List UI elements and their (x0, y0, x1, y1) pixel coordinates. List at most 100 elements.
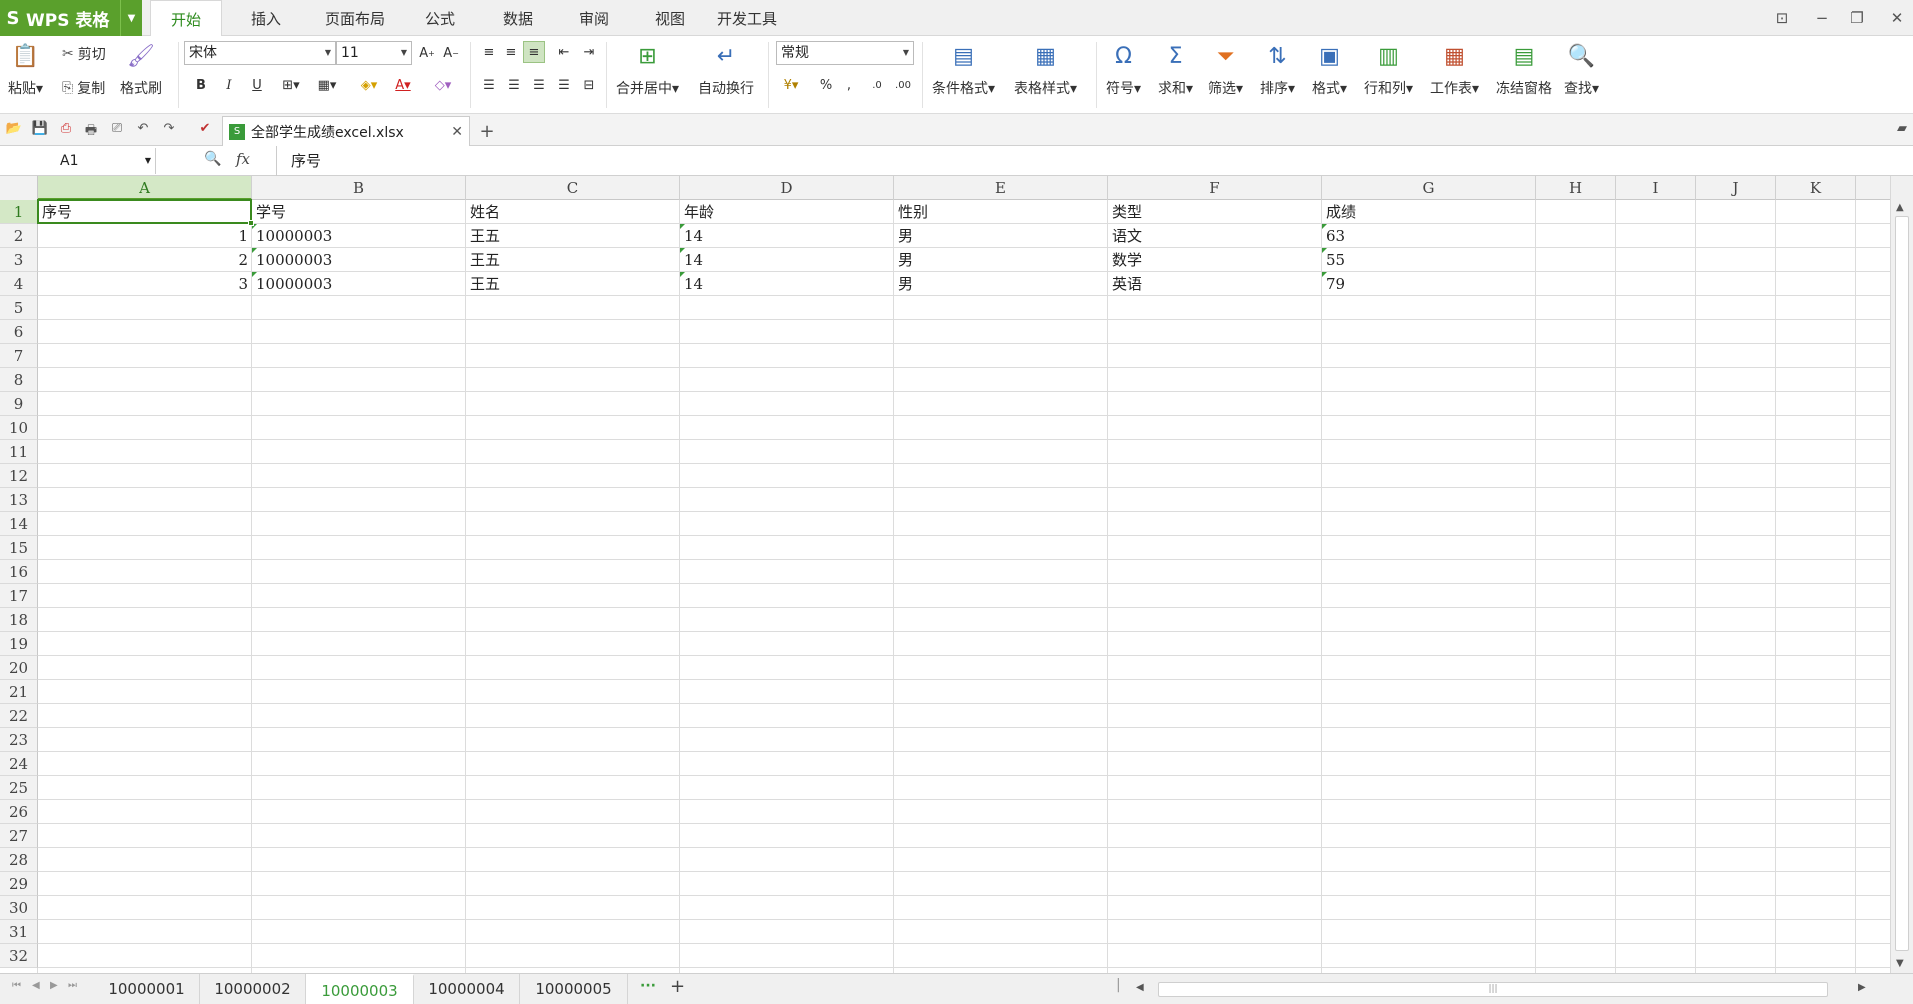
sum-button[interactable]: Σ 求和▾ (1158, 42, 1193, 98)
row-header[interactable]: 19 (0, 632, 38, 656)
column-header[interactable]: G (1322, 176, 1536, 200)
decrease-font-icon[interactable]: A − (440, 42, 462, 64)
ribbon-tab[interactable]: 数据 (490, 0, 546, 36)
save-icon[interactable]: 💾 (31, 121, 49, 139)
table-cell[interactable]: 王五 (466, 272, 680, 296)
find-button[interactable]: 🔍 查找▾ (1564, 42, 1599, 98)
cell-style-icon[interactable]: ▦▾ (316, 74, 338, 96)
open-folder-icon[interactable]: 📂 (5, 121, 23, 139)
format-painter-button[interactable]: 🖌 格式刷 (120, 42, 162, 98)
align-center-icon[interactable]: ☰ (503, 74, 525, 96)
row-header[interactable]: 14 (0, 512, 38, 536)
table-cell[interactable]: 10000003 (252, 248, 466, 272)
select-all-corner[interactable] (0, 176, 38, 200)
align-top-icon[interactable]: ≡ (478, 41, 500, 63)
table-cell[interactable]: 14 (680, 224, 894, 248)
fx-icon[interactable]: fx (236, 150, 250, 168)
header-cell[interactable]: 年龄 (680, 200, 894, 224)
column-header[interactable]: F (1108, 176, 1322, 200)
scroll-right-icon[interactable]: ▶ (1858, 982, 1866, 993)
row-header[interactable]: 13 (0, 488, 38, 512)
row-header[interactable]: 7 (0, 344, 38, 368)
fill-handle[interactable] (248, 220, 254, 226)
format-button[interactable]: ▣ 格式▾ (1312, 42, 1347, 98)
column-header[interactable]: C (466, 176, 680, 200)
ribbon-tab[interactable]: 视图 (642, 0, 698, 36)
merge-center-button[interactable]: ⊞ 合并居中▾ (616, 42, 679, 98)
redo-icon[interactable]: ↷ (160, 121, 178, 139)
sort-button[interactable]: ⇅ 排序▾ (1260, 42, 1295, 98)
table-cell[interactable]: 3 (38, 272, 252, 296)
row-header[interactable]: 11 (0, 440, 38, 464)
table-cell[interactable]: 55 (1322, 248, 1536, 272)
align-middle-icon[interactable]: ≡ (500, 41, 522, 63)
font-size-select[interactable]: 11 ▼ (336, 41, 412, 65)
row-header[interactable]: 21 (0, 680, 38, 704)
header-cell[interactable]: 类型 (1108, 200, 1322, 224)
align-bottom-icon[interactable]: ≡ (523, 41, 545, 63)
print-icon[interactable]: 🖶 (82, 121, 100, 139)
app-menu-button[interactable]: S WPS 表格 ▼ (0, 0, 142, 36)
column-header[interactable]: I (1616, 176, 1696, 200)
row-header[interactable]: 23 (0, 728, 38, 752)
column-header[interactable]: B (252, 176, 466, 200)
chevron-down-icon[interactable]: ▼ (120, 0, 142, 36)
row-header[interactable]: 24 (0, 752, 38, 776)
row-header[interactable]: 12 (0, 464, 38, 488)
increase-decimal-icon[interactable]: .0 (866, 74, 888, 96)
header-cell[interactable]: 学号 (252, 200, 466, 224)
row-header[interactable]: 30 (0, 896, 38, 920)
freeze-panes-button[interactable]: ▤ 冻结窗格 (1496, 42, 1552, 98)
italic-button[interactable]: I (218, 74, 240, 96)
scroll-up-icon[interactable]: ▲ (1896, 202, 1904, 213)
row-header[interactable]: 18 (0, 608, 38, 632)
header-cell[interactable]: 性别 (894, 200, 1108, 224)
decrease-decimal-icon[interactable]: .00 (892, 74, 914, 96)
table-cell[interactable]: 14 (680, 248, 894, 272)
ribbon-tab[interactable]: 审阅 (566, 0, 622, 36)
table-cell[interactable]: 79 (1322, 272, 1536, 296)
undo-icon[interactable]: ↶ (134, 121, 152, 139)
table-cell[interactable]: 英语 (1108, 272, 1322, 296)
column-header[interactable]: A (38, 176, 252, 200)
symbol-button[interactable]: Ω 符号▾ (1106, 42, 1141, 98)
table-cell[interactable]: 语文 (1108, 224, 1322, 248)
vertical-scrollbar[interactable]: ▲ ▼ (1890, 176, 1913, 973)
row-header[interactable]: 26 (0, 800, 38, 824)
first-sheet-icon[interactable]: ⏮ (12, 980, 21, 991)
horizontal-scrollbar[interactable]: ◀ ||| ▶ (1118, 981, 1866, 998)
name-box[interactable]: A1 ▼ (0, 148, 156, 174)
table-cell[interactable]: 男 (894, 272, 1108, 296)
worksheet-button[interactable]: ▦ 工作表▾ (1430, 42, 1479, 98)
ribbon-tab[interactable]: 页面布局 (315, 0, 395, 36)
formula-input[interactable]: 序号 (276, 146, 1913, 176)
row-header[interactable]: 22 (0, 704, 38, 728)
column-header[interactable]: E (894, 176, 1108, 200)
indent-increase-icon[interactable]: ⇥ (578, 41, 600, 63)
row-header[interactable]: 2 (0, 224, 38, 248)
row-header[interactable]: 20 (0, 656, 38, 680)
font-color-icon[interactable]: A▾ (392, 74, 414, 96)
table-cell[interactable]: 男 (894, 224, 1108, 248)
column-header[interactable]: D (680, 176, 894, 200)
table-cell[interactable]: 10000003 (252, 224, 466, 248)
panel-toggle-icon[interactable]: ▰ (1893, 121, 1911, 139)
table-cell[interactable]: 王五 (466, 248, 680, 272)
row-header[interactable]: 5 (0, 296, 38, 320)
row-header[interactable]: 31 (0, 920, 38, 944)
column-header[interactable]: K (1776, 176, 1856, 200)
restore-ribbon-icon[interactable]: ⊡ (1770, 6, 1794, 30)
minimize-icon[interactable]: − (1810, 6, 1834, 30)
sheet-tab[interactable]: 10000003 (306, 974, 414, 1004)
comma-button[interactable]: , (838, 74, 860, 96)
row-header[interactable]: 4 (0, 272, 38, 296)
underline-button[interactable]: U (246, 74, 268, 96)
increase-font-icon[interactable]: A + (416, 42, 438, 64)
paste-button[interactable]: 📋 粘贴▾ (8, 42, 43, 98)
scroll-thumb[interactable] (1895, 216, 1909, 951)
filter-button[interactable]: ⏷ 筛选▾ (1208, 42, 1243, 98)
prev-sheet-icon[interactable]: ◀ (32, 980, 40, 991)
row-header[interactable]: 3 (0, 248, 38, 272)
percent-button[interactable]: % (815, 74, 837, 96)
row-header[interactable]: 15 (0, 536, 38, 560)
